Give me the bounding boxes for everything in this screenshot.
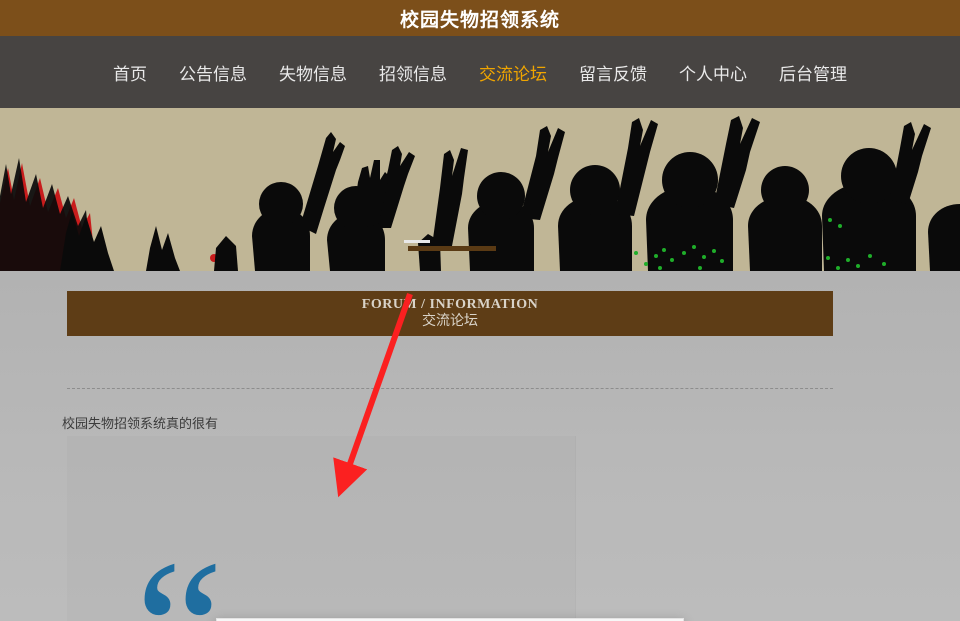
nav-list: 首页 公告信息 失物信息 招领信息 交流论坛 留言反馈 个人中心 后台管理 [99, 52, 861, 93]
site-title-bar: 校园失物招领系统 [0, 0, 960, 36]
content-divider [67, 388, 833, 389]
nav-item-home[interactable]: 首页 [99, 52, 161, 93]
quote-open-mark: “ [135, 531, 224, 621]
panel-separator [575, 436, 576, 621]
main-navigation: 首页 公告信息 失物信息 招领信息 交流论坛 留言反馈 个人中心 后台管理 [0, 36, 960, 108]
page-body: FORUM / INFORMATION 交流论坛 校园失物招领系统真的很有 “ … [0, 271, 960, 621]
section-title-banner: FORUM / INFORMATION 交流论坛 [67, 291, 833, 336]
nav-item-found-items[interactable]: 招领信息 [365, 52, 461, 93]
nav-item-feedback[interactable]: 留言反馈 [565, 52, 661, 93]
nav-item-personal-center[interactable]: 个人中心 [665, 52, 761, 93]
forum-post-text: 校园失物招领系统真的很有 [62, 416, 219, 431]
section-title-en: FORUM / INFORMATION [361, 297, 539, 313]
page-root: 校园失物招领系统 首页 公告信息 失物信息 招领信息 交流论坛 留言反馈 个人中… [0, 0, 960, 621]
section-title-cn: 交流论坛 [422, 313, 478, 329]
nav-item-forum[interactable]: 交流论坛 [465, 52, 561, 93]
nav-item-admin[interactable]: 后台管理 [765, 52, 861, 93]
hero-banner [0, 108, 960, 271]
forum-content-area: 校园失物招领系统真的很有 “ ” [62, 361, 833, 621]
nav-item-announcements[interactable]: 公告信息 [165, 52, 261, 93]
banner-illustration [0, 108, 960, 271]
quote-block: “ ” [67, 436, 575, 621]
site-title: 校园失物招领系统 [399, 9, 560, 31]
nav-item-lost-items[interactable]: 失物信息 [265, 52, 361, 93]
